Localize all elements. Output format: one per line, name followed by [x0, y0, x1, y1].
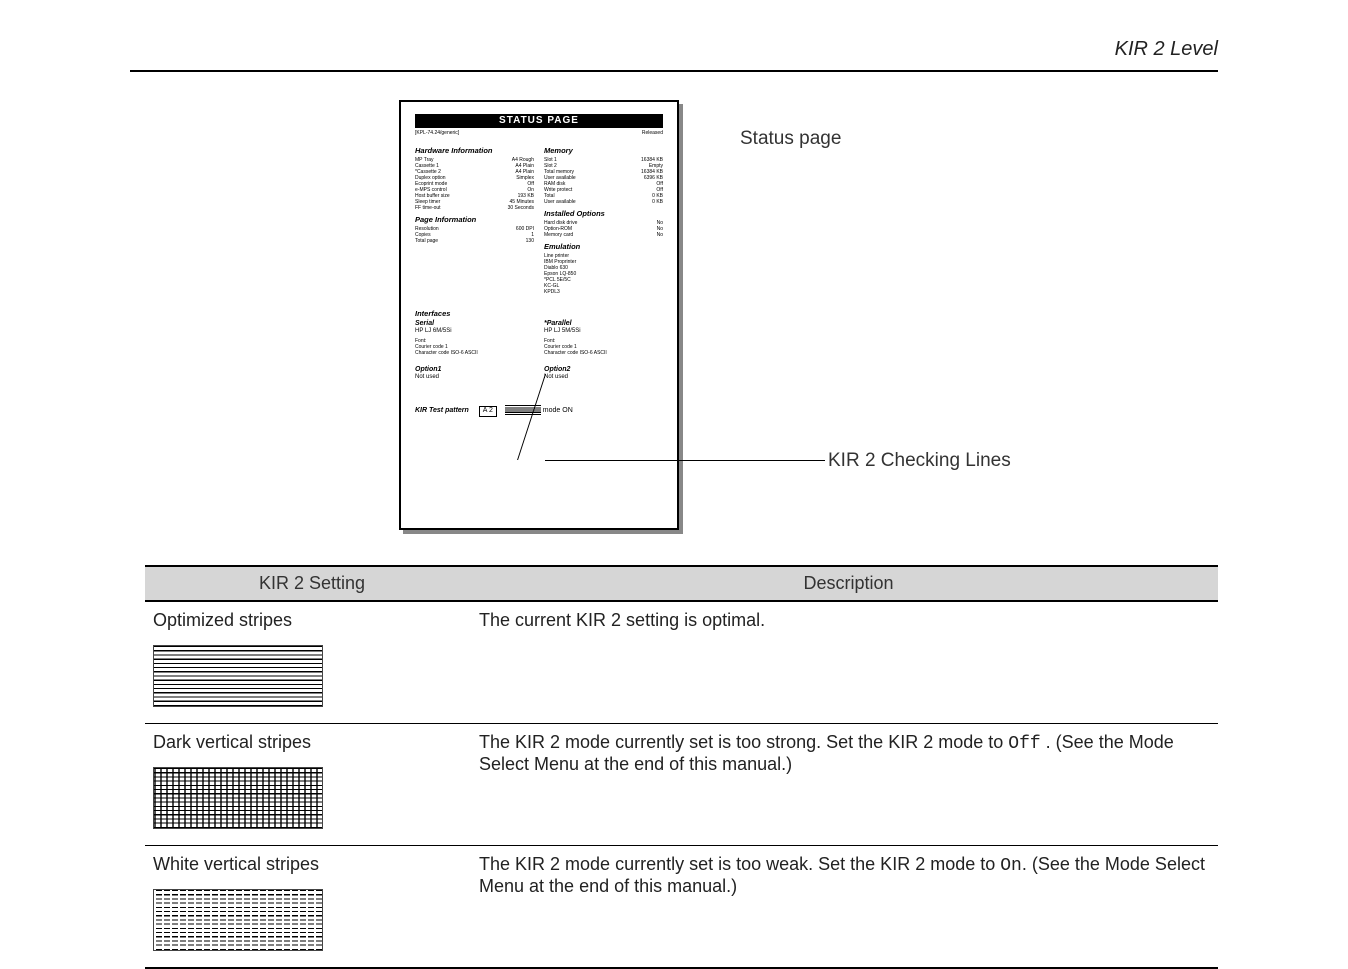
cell-description: The KIR 2 mode currently set is too stro… [471, 732, 1218, 829]
cell-setting: Optimized stripes [145, 610, 471, 707]
sp-parallel-title: *Parallel [544, 320, 572, 327]
sp-kir-mode: mode ON [543, 407, 573, 414]
th-description: Description [479, 567, 1218, 600]
sp-if-serial: Serial HP LJ 6M/5Si Font:Courier code 1C… [415, 320, 534, 356]
cell-description: The current KIR 2 setting is optimal. [471, 610, 1218, 707]
code-off: Off [1008, 734, 1040, 754]
sp-sub-right: Released [642, 130, 663, 136]
sp-opt-heading: Installed Options [544, 209, 663, 218]
cell-setting: White vertical stripes [145, 854, 471, 951]
desc-part-a: The KIR 2 mode currently set is too stro… [479, 732, 1008, 752]
sp-kir-test-row: KIR Test pattern A 2 mode ON [415, 405, 663, 416]
sp-col-right: Memory Slot 116384 KBSlot 2EmptyTotal me… [544, 142, 663, 295]
sp-row: Memory cardNo [544, 232, 663, 238]
swatch-white [153, 889, 323, 951]
sp-row: User available0 KB [544, 199, 663, 205]
desc-part-a: The KIR 2 mode currently set is too weak… [479, 854, 1000, 874]
callout-status-page: Status page [740, 128, 841, 150]
sp-hw-heading: Hardware Information [415, 146, 534, 155]
kir-settings-table: KIR 2 Setting Description Optimized stri… [145, 565, 1218, 969]
sp-sub-left: [KPL-74.24/generic] [415, 130, 459, 136]
cell-setting: Dark vertical stripes [145, 732, 471, 829]
sp-row: Character code ISO-6 ASCII [415, 350, 534, 356]
callout-kir-lines: KIR 2 Checking Lines [828, 450, 1011, 472]
sp-parallel-sub: HP LJ 5M/5Si [544, 328, 663, 335]
sp-row: Character code ISO-6 ASCII [544, 350, 663, 356]
status-page-subline: [KPL-74.24/generic] Released [415, 130, 663, 136]
sp-row: Total page130 [415, 238, 534, 244]
sp-if-heading: Interfaces [415, 309, 663, 318]
sp-row: KPDL3 [544, 289, 663, 295]
status-page-box: STATUS PAGE [KPL-74.24/generic] Released… [399, 100, 679, 530]
sp-kir-level: A 2 [479, 406, 497, 416]
sp-emu-heading: Emulation [544, 242, 663, 251]
page-root: KIR 2 Level STATUS PAGE [KPL-74.24/gener… [0, 0, 1348, 954]
swatch-optimized [153, 645, 323, 707]
sp-serial-title: Serial [415, 320, 434, 327]
callout-line [545, 460, 825, 461]
swatch-dark [153, 767, 323, 829]
setting-label: Dark vertical stripes [153, 732, 463, 753]
sp-serial-sub: HP LJ 6M/5Si [415, 328, 534, 335]
setting-label: Optimized stripes [153, 610, 463, 631]
sp-if-parallel: *Parallel HP LJ 5M/5Si Font:Courier code… [544, 320, 663, 356]
sp-opt2-title: Option2 [544, 366, 663, 374]
header-rule [130, 70, 1218, 72]
th-setting: KIR 2 Setting [145, 567, 479, 600]
table-row: Dark vertical stripes The KIR 2 mode cur… [145, 723, 1218, 845]
sp-opt2-val: Not used [544, 374, 663, 381]
sp-opt1-title: Option1 [415, 366, 534, 374]
code-on: On [1000, 856, 1022, 876]
setting-label: White vertical stripes [153, 854, 463, 875]
sp-mem-heading: Memory [544, 146, 663, 155]
status-page-inner: STATUS PAGE [KPL-74.24/generic] Released… [415, 114, 663, 514]
table-row: Optimized stripes The current KIR 2 sett… [145, 601, 1218, 723]
sp-kir-label: KIR Test pattern [415, 407, 469, 414]
sp-col-left: Hardware Information MP TrayA4 RoughCass… [415, 142, 534, 295]
sp-page-heading: Page Information [415, 215, 534, 224]
table-header-row: KIR 2 Setting Description [145, 567, 1218, 601]
sp-row: FF time-out30 Seconds [415, 205, 534, 211]
cell-description: The KIR 2 mode currently set is too weak… [471, 854, 1218, 951]
status-page-figure: STATUS PAGE [KPL-74.24/generic] Released… [399, 100, 679, 530]
page-title: KIR 2 Level [1115, 38, 1218, 61]
table-row: White vertical stripes The KIR 2 mode cu… [145, 845, 1218, 967]
status-page-banner: STATUS PAGE [415, 114, 663, 128]
